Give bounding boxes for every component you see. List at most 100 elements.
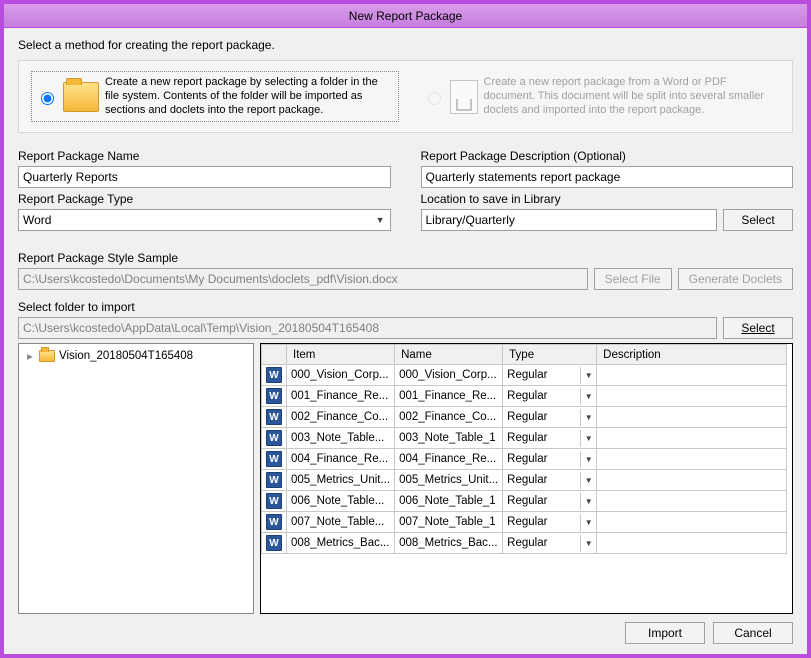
cell-name[interactable]: 003_Note_Table_1: [395, 428, 503, 449]
cell-item[interactable]: 006_Note_Table...: [287, 491, 395, 512]
word-doc-icon: W: [262, 407, 287, 428]
select-file-button: Select File: [594, 268, 672, 290]
table-row[interactable]: W006_Note_Table...006_Note_Table_1Regula…: [262, 491, 787, 512]
grid-header-name[interactable]: Name: [395, 345, 503, 365]
cell-description[interactable]: [597, 365, 787, 386]
table-row[interactable]: W005_Metrics_Unit...005_Metrics_Unit...R…: [262, 470, 787, 491]
location-select-button[interactable]: Select: [723, 209, 793, 231]
method-option-document: Create a new report package from a Word …: [423, 71, 781, 122]
cell-description[interactable]: [597, 491, 787, 512]
cell-description[interactable]: [597, 470, 787, 491]
cancel-button[interactable]: Cancel: [713, 622, 793, 644]
cell-type-select[interactable]: Regular▼: [503, 386, 597, 407]
word-doc-icon: W: [262, 386, 287, 407]
cell-description[interactable]: [597, 449, 787, 470]
grid-header-type[interactable]: Type: [503, 345, 597, 365]
cell-item[interactable]: 008_Metrics_Bac...: [287, 533, 395, 554]
cell-item[interactable]: 007_Note_Table...: [287, 512, 395, 533]
label-select-folder: Select folder to import: [18, 300, 793, 314]
chevron-down-icon[interactable]: ▼: [580, 451, 596, 468]
cell-name[interactable]: 004_Finance_Re...: [395, 449, 503, 470]
cell-type-select[interactable]: Regular▼: [503, 512, 597, 533]
doclet-grid[interactable]: Item Name Type Description W000_Vision_C…: [260, 343, 793, 614]
folder-select-button[interactable]: Select: [723, 317, 793, 339]
window-title: New Report Package: [4, 4, 807, 28]
folder-tree[interactable]: ▸ Vision_20180504T165408: [18, 343, 254, 614]
package-desc-input[interactable]: [421, 166, 794, 188]
table-row[interactable]: W002_Finance_Co...002_Finance_Co...Regul…: [262, 407, 787, 428]
cell-description[interactable]: [597, 407, 787, 428]
grid-header-item[interactable]: Item: [287, 345, 395, 365]
table-row[interactable]: W000_Vision_Corp...000_Vision_Corp...Reg…: [262, 365, 787, 386]
tree-expander-icon[interactable]: ▸: [25, 349, 35, 363]
cell-type-select[interactable]: Regular▼: [503, 407, 597, 428]
word-doc-icon: W: [262, 491, 287, 512]
package-type-select[interactable]: [18, 209, 391, 231]
cell-item[interactable]: 001_Finance_Re...: [287, 386, 395, 407]
cell-type-select[interactable]: Regular▼: [503, 470, 597, 491]
cell-name[interactable]: 006_Note_Table_1: [395, 491, 503, 512]
method-option-folder[interactable]: Create a new report package by selecting…: [31, 71, 399, 122]
table-row[interactable]: W004_Finance_Re...004_Finance_Re...Regul…: [262, 449, 787, 470]
label-location: Location to save in Library: [421, 192, 794, 206]
tree-root-item[interactable]: ▸ Vision_20180504T165408: [23, 348, 249, 364]
chevron-down-icon[interactable]: ▼: [580, 535, 596, 552]
cell-name[interactable]: 002_Finance_Co...: [395, 407, 503, 428]
cell-item[interactable]: 003_Note_Table...: [287, 428, 395, 449]
cell-description[interactable]: [597, 533, 787, 554]
cell-name[interactable]: 008_Metrics_Bac...: [395, 533, 503, 554]
table-row[interactable]: W007_Note_Table...007_Note_Table_1Regula…: [262, 512, 787, 533]
word-doc-icon: W: [262, 449, 287, 470]
cell-type-select[interactable]: Regular▼: [503, 449, 597, 470]
chevron-down-icon[interactable]: ▼: [580, 388, 596, 405]
method-folder-text: Create a new report package by selecting…: [105, 76, 394, 117]
method-document-text: Create a new report package from a Word …: [484, 76, 781, 117]
chevron-down-icon[interactable]: ▼: [580, 367, 596, 384]
method-radio-document: [428, 92, 441, 105]
chevron-down-icon[interactable]: ▼: [580, 493, 596, 510]
chevron-down-icon[interactable]: ▼: [580, 472, 596, 489]
cell-item[interactable]: 000_Vision_Corp...: [287, 365, 395, 386]
table-row[interactable]: W001_Finance_Re...001_Finance_Re...Regul…: [262, 386, 787, 407]
method-radio-folder[interactable]: [41, 92, 54, 105]
label-package-type: Report Package Type: [18, 192, 391, 206]
folder-path-input: [18, 317, 717, 339]
grid-header-desc[interactable]: Description: [597, 345, 787, 365]
dialog-content: Select a method for creating the report …: [4, 28, 807, 654]
cell-item[interactable]: 005_Metrics_Unit...: [287, 470, 395, 491]
dialog-footer: Import Cancel: [18, 622, 793, 648]
word-doc-icon: W: [262, 470, 287, 491]
location-input[interactable]: [421, 209, 718, 231]
method-group: Create a new report package by selecting…: [18, 60, 793, 133]
label-package-desc: Report Package Description (Optional): [421, 149, 794, 163]
instruction-text: Select a method for creating the report …: [18, 38, 793, 52]
folder-icon: [63, 82, 99, 112]
chevron-down-icon[interactable]: ▼: [580, 514, 596, 531]
import-button[interactable]: Import: [625, 622, 705, 644]
word-doc-icon: W: [262, 428, 287, 449]
cell-type-select[interactable]: Regular▼: [503, 365, 597, 386]
cell-description[interactable]: [597, 428, 787, 449]
label-package-name: Report Package Name: [18, 149, 391, 163]
cell-name[interactable]: 005_Metrics_Unit...: [395, 470, 503, 491]
cell-type-select[interactable]: Regular▼: [503, 533, 597, 554]
cell-name[interactable]: 001_Finance_Re...: [395, 386, 503, 407]
cell-description[interactable]: [597, 512, 787, 533]
cell-name[interactable]: 007_Note_Table_1: [395, 512, 503, 533]
generate-doclets-button: Generate Doclets: [678, 268, 793, 290]
style-sample-path: [18, 268, 588, 290]
table-row[interactable]: W008_Metrics_Bac...008_Metrics_Bac...Reg…: [262, 533, 787, 554]
package-name-input[interactable]: [18, 166, 391, 188]
tree-root-label: Vision_20180504T165408: [59, 350, 193, 362]
cell-type-select[interactable]: Regular▼: [503, 491, 597, 512]
chevron-down-icon[interactable]: ▼: [580, 409, 596, 426]
cell-item[interactable]: 004_Finance_Re...: [287, 449, 395, 470]
folder-icon: [39, 350, 55, 362]
cell-type-select[interactable]: Regular▼: [503, 428, 597, 449]
cell-description[interactable]: [597, 386, 787, 407]
cell-name[interactable]: 000_Vision_Corp...: [395, 365, 503, 386]
word-doc-icon: W: [262, 533, 287, 554]
cell-item[interactable]: 002_Finance_Co...: [287, 407, 395, 428]
chevron-down-icon[interactable]: ▼: [580, 430, 596, 447]
table-row[interactable]: W003_Note_Table...003_Note_Table_1Regula…: [262, 428, 787, 449]
